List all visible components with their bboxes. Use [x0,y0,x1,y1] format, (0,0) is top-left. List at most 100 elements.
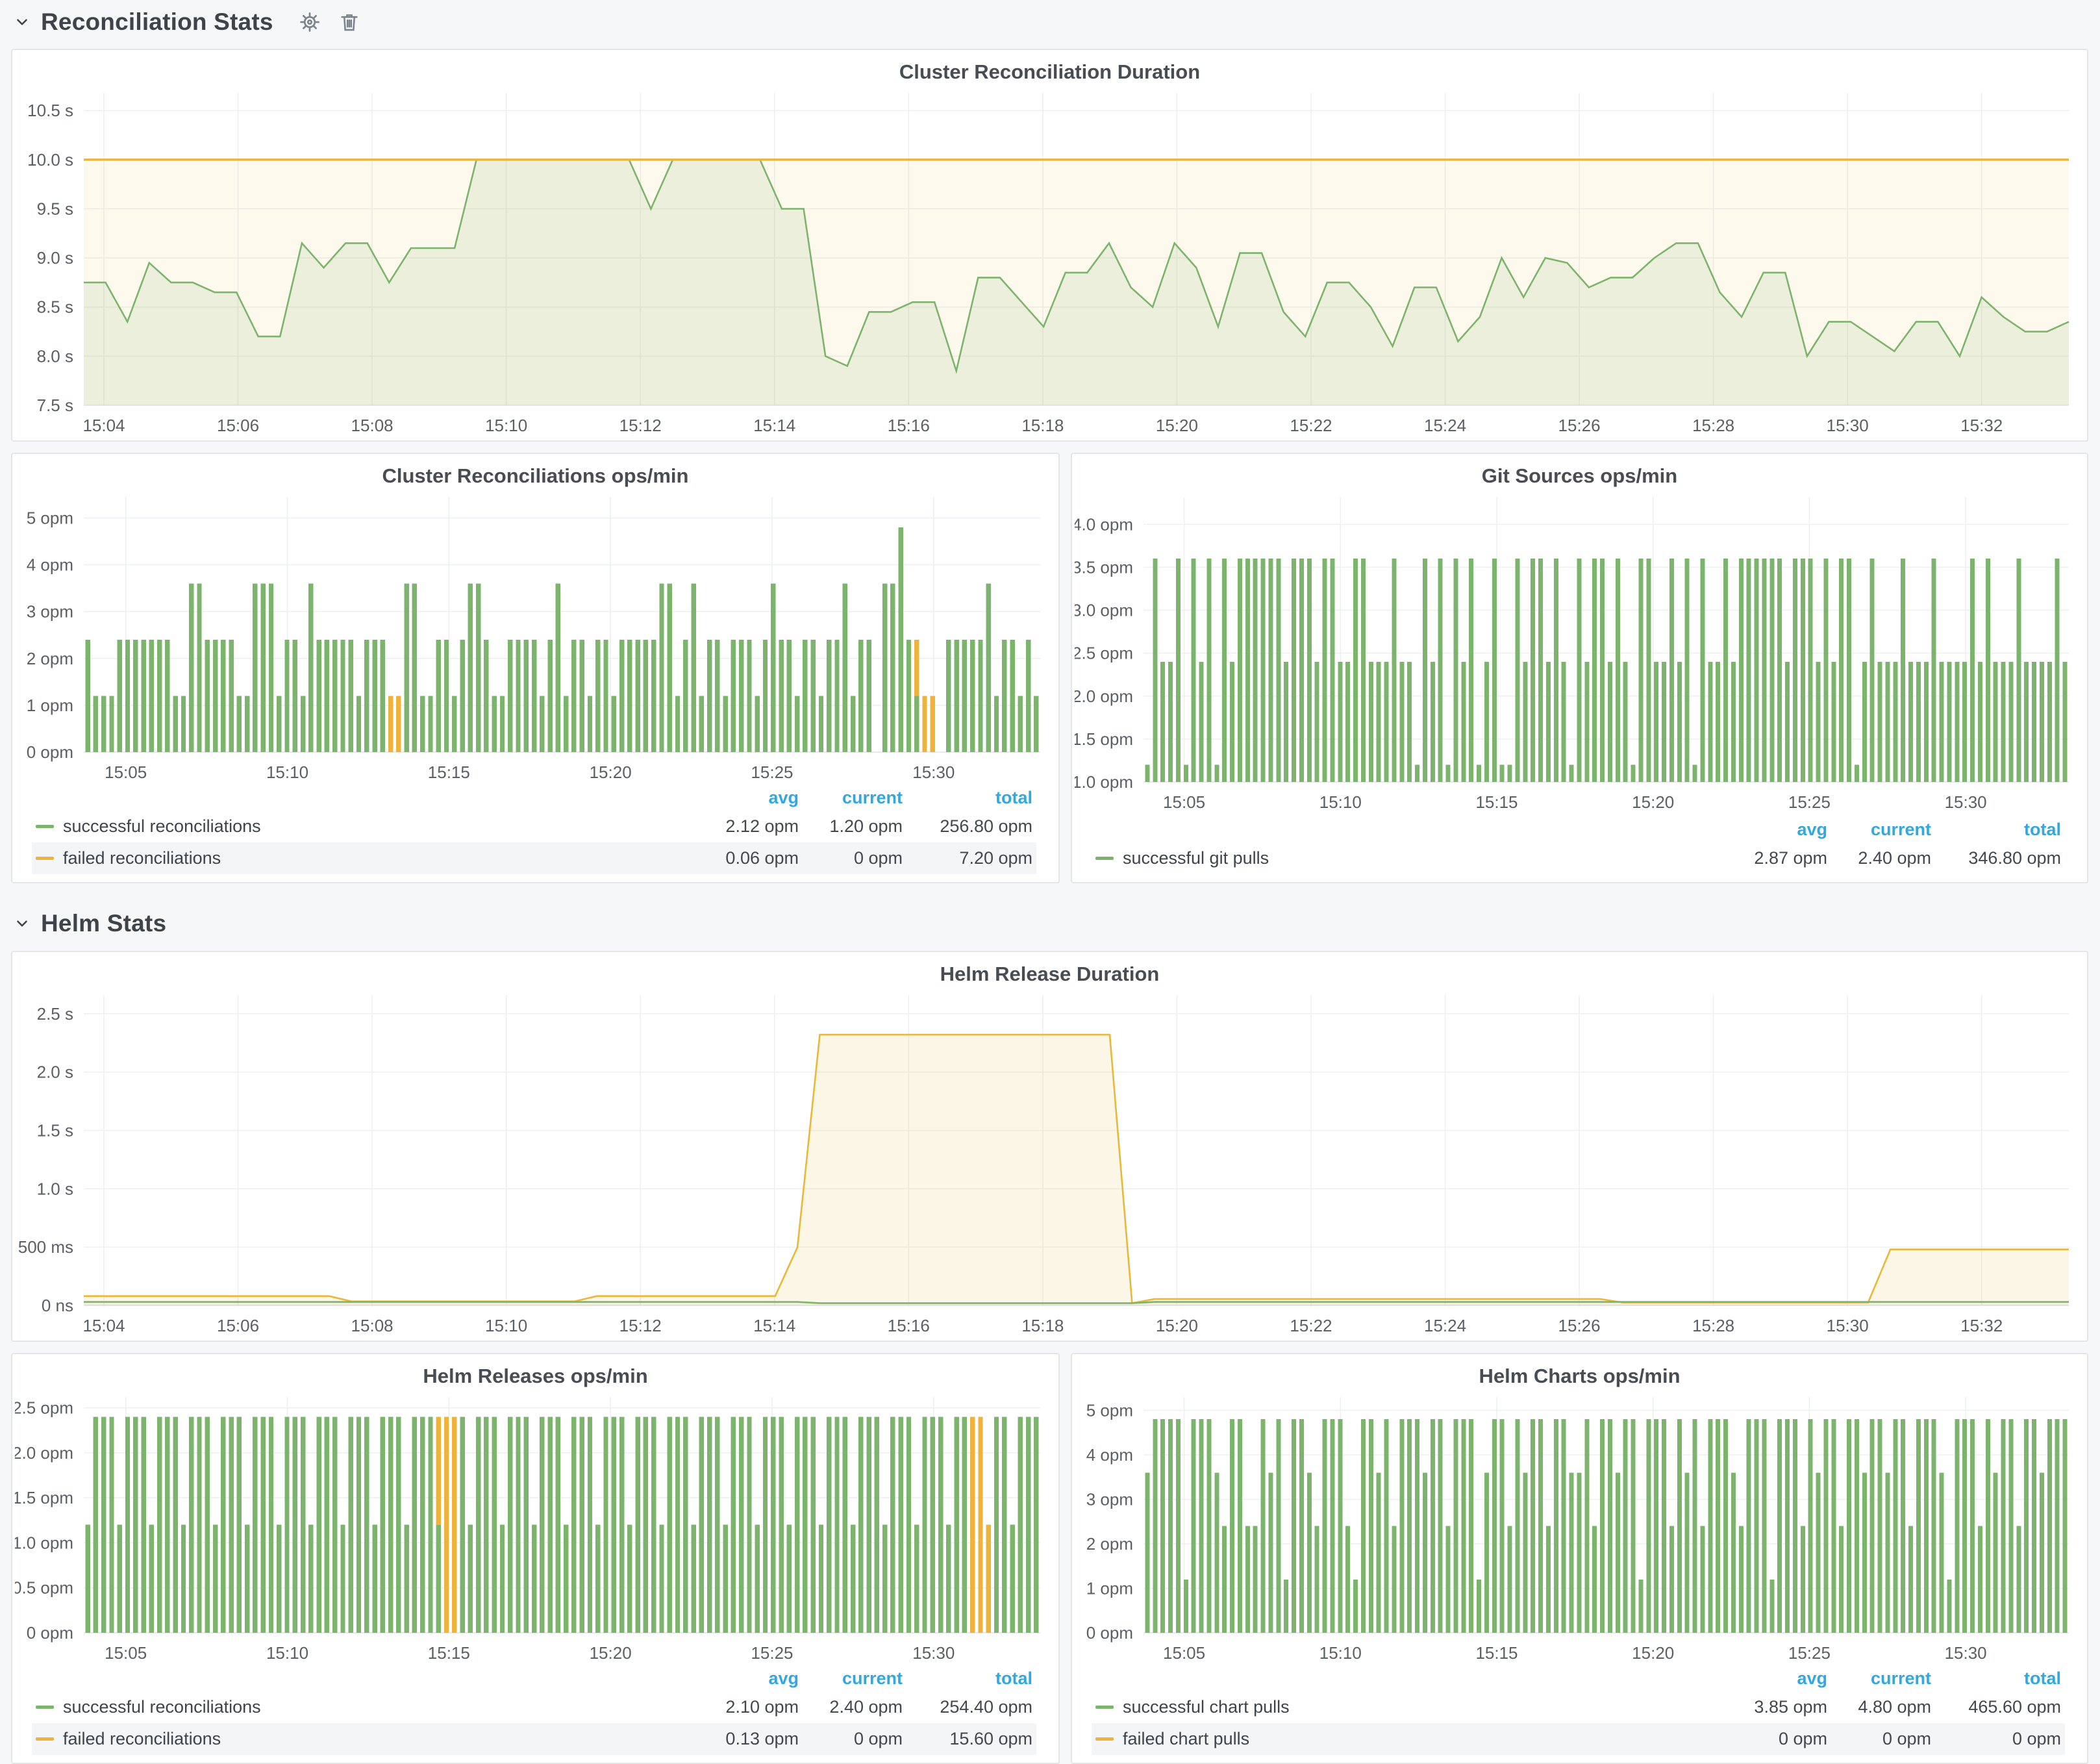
bar [261,1417,266,1633]
legend-header-current[interactable]: current [1827,1669,1931,1689]
bar [1315,1526,1319,1633]
bar [1716,662,1720,782]
helm_chart_ops-plot[interactable]: 15:0515:1015:1515:2015:2515:300 opm1 opm… [1075,1354,2084,1668]
git-sources-ops-chart[interactable]: 15:0515:1015:1515:2015:2515:301.0 opm1.5… [1075,454,2084,817]
legend-series-name[interactable]: successful chart pulls [1095,1697,1717,1717]
y-tick-label: 1.5 opm [1075,729,1133,749]
legend-series-name[interactable]: successful reconciliations [36,1697,688,1717]
x-tick-label: 15:30 [1945,1643,1987,1663]
legend-header-avg[interactable]: avg [1717,820,1827,840]
helm-charts-ops-chart[interactable]: 15:0515:1015:1515:2015:2515:300 opm1 opm… [1075,1354,2084,1668]
legend-value-avg: 3.85 opm [1717,1697,1827,1717]
legend-series-name[interactable]: failed reconciliations [36,1729,688,1749]
bar [1523,1472,1527,1633]
x-tick-label: 15:14 [753,416,795,435]
failed-bar [444,1417,449,1633]
bar [1762,1419,1766,1633]
bar [1569,765,1574,782]
bar [2063,1419,2068,1633]
legend-series-name[interactable]: successful git pulls [1095,848,1717,868]
bar [675,1417,680,1633]
legend-header-total[interactable]: total [1931,820,2061,840]
bar [1508,1526,1512,1633]
legend-series-name[interactable]: failed reconciliations [36,848,688,868]
bar [245,696,249,753]
chevron-down-icon[interactable] [14,915,31,932]
legend-series-name[interactable]: successful reconciliations [36,816,688,837]
legend-header-current[interactable]: current [799,1669,903,1689]
legend-header-avg[interactable]: avg [688,1669,799,1689]
x-tick-label: 15:12 [619,416,662,435]
helm_rel_ops-plot[interactable]: 15:0515:1015:1515:2015:2515:300 opm0.5 o… [15,1354,1056,1668]
legend-header-total[interactable]: total [903,788,1032,808]
bar [1708,1419,1712,1633]
bar [1823,559,1828,782]
bar [1986,559,1990,782]
helm-releases-ops-chart[interactable]: 15:0515:1015:1515:2015:2515:300 opm0.5 o… [15,1354,1056,1668]
legend: avgcurrenttotalsuccessful git pulls2.87 … [1092,817,2065,874]
cluster-reconciliation-duration-chart[interactable]: 15:0415:0615:0815:1015:1215:1415:1615:18… [15,50,2084,440]
recon_ops-plot[interactable]: 15:0515:1015:1515:2015:2515:300 opm1 opm… [15,454,1056,787]
legend-header-total[interactable]: total [1931,1669,2061,1689]
git_ops-plot[interactable]: 15:0515:1015:1515:2015:2515:301.0 opm1.5… [1075,454,2084,817]
legend-header-total[interactable]: total [903,1669,1032,1689]
helm_duration-plot[interactable]: 15:0415:0615:0815:1015:1215:1415:1615:18… [15,952,2084,1341]
bar [412,583,417,752]
y-tick-label: 0 opm [27,742,73,762]
bar [500,1525,505,1633]
section-header-helm-stats[interactable]: Helm Stats [14,905,166,942]
helm-release-duration-chart[interactable]: 15:0415:0615:0815:1015:1215:1415:1615:18… [15,952,2084,1341]
bar [1970,1419,1975,1633]
legend-header-current[interactable]: current [1827,820,1931,840]
gear-icon[interactable] [298,10,321,34]
bar [946,640,951,752]
chevron-down-icon[interactable] [14,14,31,31]
cluster-reconciliations-ops-chart[interactable]: 15:0515:1015:1515:2015:2515:300 opm1 opm… [15,454,1056,787]
bar [2001,662,2006,782]
y-tick-label: 3 opm [1086,1490,1133,1509]
bar [588,696,592,753]
bar [675,696,680,753]
bar [851,696,855,753]
bar [834,640,839,752]
section-header-reconciliation-stats[interactable]: Reconciliation Stats [14,4,360,40]
bar [1323,1419,1327,1633]
bar [595,1525,600,1633]
legend-header-avg[interactable]: avg [1717,1669,1827,1689]
legend-value-total: 465.60 opm [1931,1697,2061,1717]
section-title[interactable]: Reconciliation Stats [41,8,273,36]
bar [547,1417,552,1633]
bar [866,640,871,752]
bar [1323,559,1327,782]
bar [843,583,847,752]
bar [428,696,432,753]
bar [1330,1419,1334,1633]
legend-header-current[interactable]: current [799,788,903,808]
bar [340,1525,345,1633]
bar [1010,1525,1014,1633]
bar [1870,559,1875,782]
legend-series-name[interactable]: failed chart pulls [1095,1729,1717,1749]
bar [1407,662,1412,782]
x-tick-label: 15:14 [753,1316,795,1335]
bar [221,1417,225,1633]
legend-header-avg[interactable]: avg [688,788,799,808]
bar [811,1417,816,1633]
bar [1769,1580,1774,1633]
legend-value-avg: 0.06 opm [688,848,799,868]
legend-value-total: 254.40 opm [903,1697,1032,1717]
bar [556,1417,560,1633]
bar [1940,1472,1944,1633]
y-tick-label: 2.0 opm [15,1443,73,1463]
bar [1369,1419,1373,1633]
bar [1531,1419,1535,1633]
section-title[interactable]: Helm Stats [41,910,166,937]
bar [659,1525,664,1633]
bar [1026,640,1031,752]
y-tick-label: 1.5 s [37,1120,73,1140]
trash-icon[interactable] [338,11,360,33]
bar [1407,1419,1412,1633]
recon_duration-plot[interactable]: 15:0415:0615:0815:1015:1215:1415:1615:18… [15,50,2084,440]
x-tick-label: 15:20 [590,762,632,782]
bar [707,640,712,752]
